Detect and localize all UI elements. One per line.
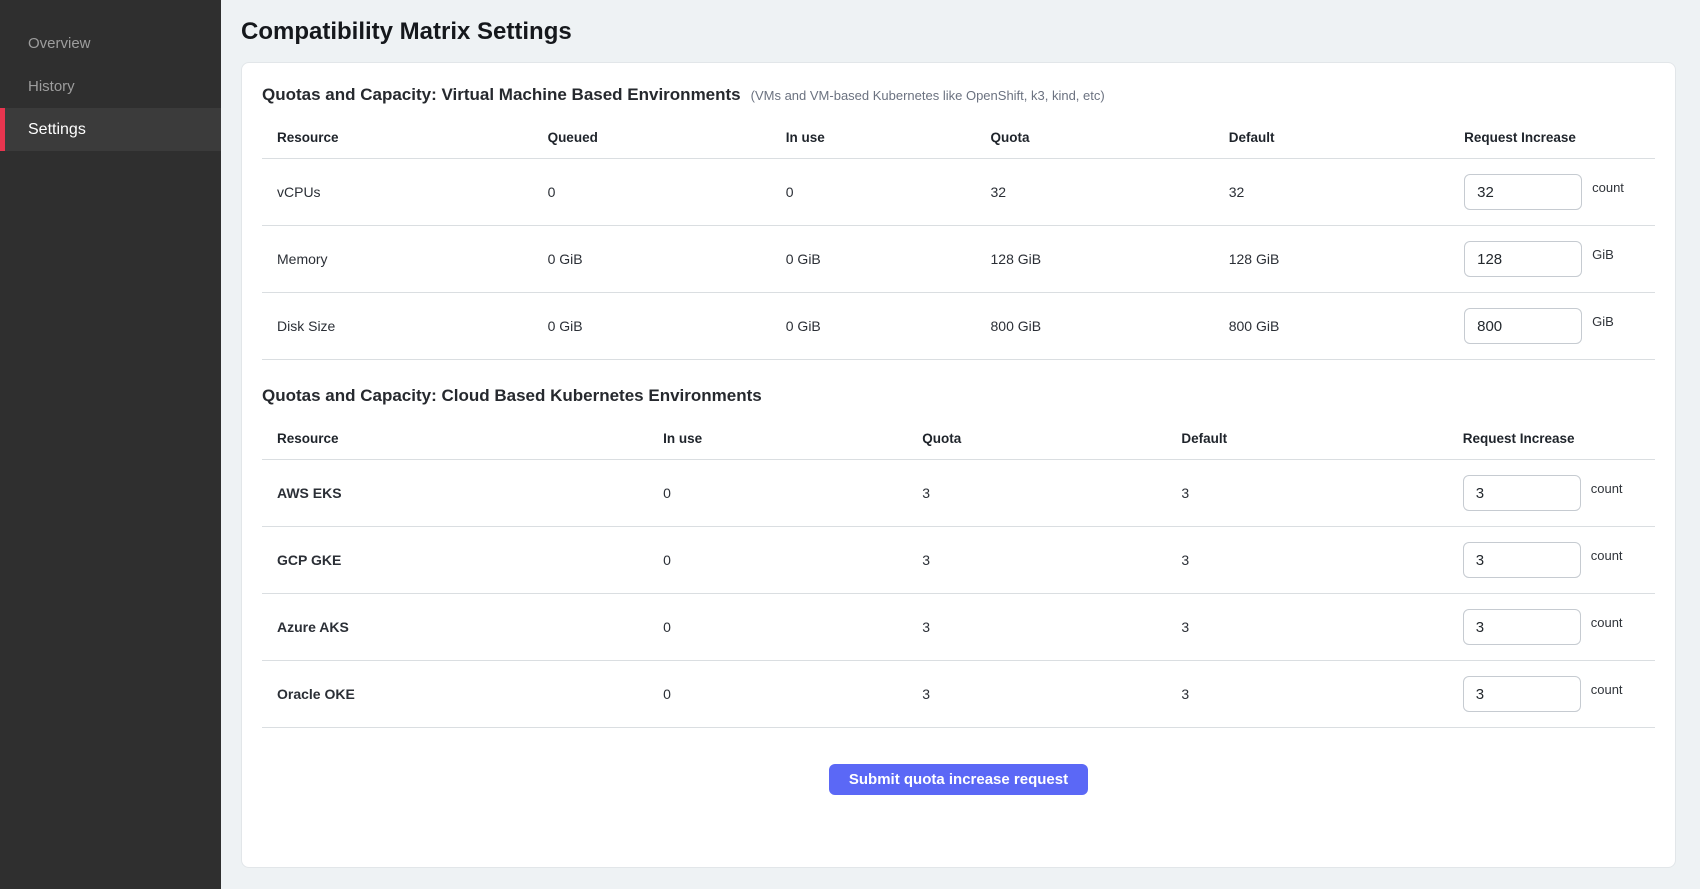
in-use-value: 0 GiB [786, 251, 991, 267]
sidebar-item-settings[interactable]: Settings [0, 108, 221, 151]
vm-section-title: Quotas and Capacity: Virtual Machine Bas… [262, 85, 741, 105]
resource-name: Oracle OKE [262, 686, 663, 702]
request-increase-cell: count [1464, 174, 1655, 210]
table-row-vcpus: vCPUs 0 0 32 32 count [262, 159, 1655, 226]
resource-name: Azure AKS [262, 619, 663, 635]
cloud-section-header: Quotas and Capacity: Cloud Based Kuberne… [262, 386, 1655, 406]
table-row-memory: Memory 0 GiB 0 GiB 128 GiB 128 GiB GiB [262, 226, 1655, 293]
column-header-resource: Resource [262, 431, 663, 446]
table-row-gcp-gke: GCP GKE 0 3 3 count [262, 527, 1655, 594]
default-value: 3 [1181, 485, 1462, 501]
main-content: Compatibility Matrix Settings Quotas and… [221, 0, 1700, 889]
quota-value: 3 [922, 619, 1181, 635]
request-increase-cell: count [1463, 676, 1655, 712]
default-value: 3 [1181, 686, 1462, 702]
resource-name: vCPUs [262, 184, 548, 200]
request-increase-input[interactable] [1464, 308, 1582, 344]
sidebar: Overview History Settings [0, 0, 221, 889]
quota-value: 32 [991, 184, 1229, 200]
table-row-azure-aks: Azure AKS 0 3 3 count [262, 594, 1655, 661]
unit-label: count [1592, 180, 1624, 195]
default-value: 3 [1181, 619, 1462, 635]
resource-name: AWS EKS [262, 485, 663, 501]
table-row-disk-size: Disk Size 0 GiB 0 GiB 800 GiB 800 GiB Gi… [262, 293, 1655, 360]
quota-value: 3 [922, 552, 1181, 568]
resource-name: Memory [262, 251, 548, 267]
unit-label: count [1591, 548, 1623, 563]
request-increase-cell: count [1463, 475, 1655, 511]
queued-value: 0 GiB [548, 318, 786, 334]
request-increase-input[interactable] [1463, 542, 1581, 578]
default-value: 3 [1181, 552, 1462, 568]
column-header-in-use: In use [786, 130, 991, 145]
column-header-request-increase: Request Increase [1464, 130, 1655, 145]
unit-label: GiB [1592, 247, 1614, 262]
page-title: Compatibility Matrix Settings [241, 18, 1676, 46]
unit-label: count [1591, 615, 1623, 630]
request-increase-cell: count [1463, 609, 1655, 645]
unit-label: count [1591, 481, 1623, 496]
column-header-default: Default [1229, 130, 1464, 145]
resource-name: GCP GKE [262, 552, 663, 568]
queued-value: 0 [548, 184, 786, 200]
unit-label: count [1591, 682, 1623, 697]
sidebar-item-history[interactable]: History [0, 65, 221, 108]
vm-section-subtitle: (VMs and VM-based Kubernetes like OpenSh… [751, 88, 1105, 103]
in-use-value: 0 [663, 619, 922, 635]
column-header-resource: Resource [262, 130, 548, 145]
default-value: 128 GiB [1229, 251, 1464, 267]
quota-value: 128 GiB [991, 251, 1229, 267]
quota-value: 800 GiB [991, 318, 1229, 334]
cloud-quota-table: Resource In use Quota Default Request In… [262, 418, 1655, 728]
request-increase-input[interactable] [1464, 174, 1582, 210]
in-use-value: 0 [663, 686, 922, 702]
table-row-oracle-oke: Oracle OKE 0 3 3 count [262, 661, 1655, 728]
column-header-quota: Quota [991, 130, 1229, 145]
queued-value: 0 GiB [548, 251, 786, 267]
column-header-quota: Quota [922, 431, 1181, 446]
request-increase-input[interactable] [1464, 241, 1582, 277]
default-value: 32 [1229, 184, 1464, 200]
submit-button-row: Submit quota increase request [262, 764, 1655, 795]
vm-section-header: Quotas and Capacity: Virtual Machine Bas… [262, 85, 1655, 105]
column-header-in-use: In use [663, 431, 922, 446]
resource-name: Disk Size [262, 318, 548, 334]
quota-settings-card: Quotas and Capacity: Virtual Machine Bas… [241, 62, 1676, 868]
request-increase-cell: GiB [1464, 241, 1655, 277]
sidebar-item-overview[interactable]: Overview [0, 22, 221, 65]
submit-quota-increase-button[interactable]: Submit quota increase request [829, 764, 1088, 795]
in-use-value: 0 [786, 184, 991, 200]
unit-label: GiB [1592, 314, 1614, 329]
column-header-default: Default [1181, 431, 1462, 446]
column-header-request-increase: Request Increase [1463, 431, 1655, 446]
cloud-table-header-row: Resource In use Quota Default Request In… [262, 418, 1655, 460]
quota-value: 3 [922, 686, 1181, 702]
request-increase-input[interactable] [1463, 475, 1581, 511]
in-use-value: 0 GiB [786, 318, 991, 334]
vm-table-header-row: Resource Queued In use Quota Default Req… [262, 117, 1655, 159]
table-row-aws-eks: AWS EKS 0 3 3 count [262, 460, 1655, 527]
default-value: 800 GiB [1229, 318, 1464, 334]
in-use-value: 0 [663, 485, 922, 501]
in-use-value: 0 [663, 552, 922, 568]
quota-value: 3 [922, 485, 1181, 501]
cloud-section-title: Quotas and Capacity: Cloud Based Kuberne… [262, 386, 762, 406]
app-window: Overview History Settings Compatibility … [0, 0, 1700, 889]
request-increase-cell: count [1463, 542, 1655, 578]
column-header-queued: Queued [548, 130, 786, 145]
request-increase-input[interactable] [1463, 676, 1581, 712]
vm-quota-table: Resource Queued In use Quota Default Req… [262, 117, 1655, 360]
request-increase-cell: GiB [1464, 308, 1655, 344]
request-increase-input[interactable] [1463, 609, 1581, 645]
